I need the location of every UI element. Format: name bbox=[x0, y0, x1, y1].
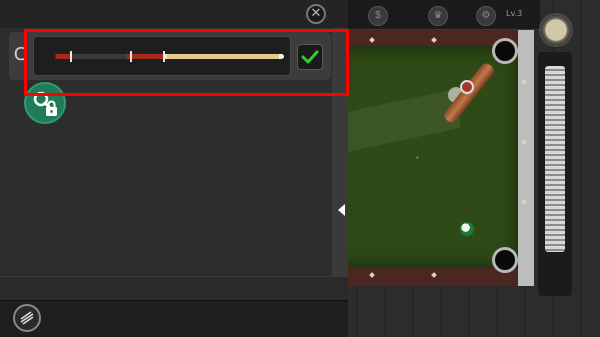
settings-icon[interactable]: ⚙ bbox=[476, 6, 496, 26]
cue-ring bbox=[130, 51, 132, 62]
panel-header bbox=[0, 0, 348, 28]
collapse-arrow-icon[interactable] bbox=[338, 204, 345, 216]
panel-footer bbox=[0, 300, 348, 337]
level-label: Lv.3 bbox=[506, 9, 523, 18]
cue-tools-button[interactable] bbox=[24, 82, 66, 124]
pocket-top-right bbox=[492, 38, 518, 64]
cue-stick-preview bbox=[46, 54, 284, 59]
menu-button[interactable] bbox=[13, 304, 41, 332]
pool-table-scene: $ ♛ ⚙ Lv.3 bbox=[330, 0, 600, 337]
panel-divider bbox=[0, 276, 348, 300]
cue-ring bbox=[70, 51, 72, 62]
shop-icon[interactable]: $ bbox=[368, 6, 388, 26]
table-felt[interactable] bbox=[330, 46, 518, 268]
cue-ring bbox=[163, 51, 165, 62]
panel-side-handle[interactable] bbox=[332, 28, 348, 300]
top-hud: $ ♛ ⚙ Lv.3 bbox=[330, 0, 540, 30]
spin-control-knob[interactable] bbox=[539, 13, 573, 47]
trophy-icon[interactable]: ♛ bbox=[428, 6, 448, 26]
refresh-icon[interactable]: C bbox=[10, 40, 30, 70]
table-spot bbox=[416, 156, 419, 159]
cue-selection-panel: C ✕ bbox=[0, 0, 348, 337]
power-slider[interactable] bbox=[545, 66, 565, 252]
select-cue-button[interactable] bbox=[297, 44, 323, 70]
checkmark-icon bbox=[301, 50, 319, 64]
ball-green-striped bbox=[460, 222, 474, 236]
cues-icon bbox=[20, 311, 34, 325]
close-button[interactable]: ✕ bbox=[306, 4, 326, 24]
pocket-bottom-right bbox=[492, 247, 518, 273]
table-frame bbox=[518, 30, 534, 286]
wrench-lock-icon bbox=[33, 91, 57, 116]
ball-red bbox=[460, 80, 474, 94]
